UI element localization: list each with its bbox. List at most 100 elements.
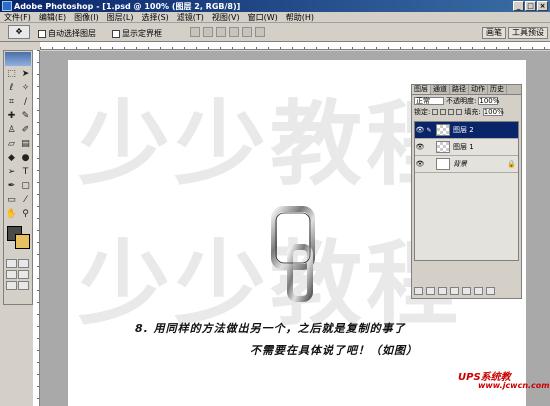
- brush-tool-icon[interactable]: ✎: [19, 110, 32, 123]
- maximize-button[interactable]: □: [525, 1, 536, 11]
- opacity-input[interactable]: 100%: [478, 96, 499, 105]
- layer-row-2[interactable]: 👁 ✎ 图层 2: [415, 122, 518, 139]
- screen-mode-standard-icon[interactable]: [6, 270, 17, 279]
- delete-layer-icon[interactable]: [486, 287, 495, 295]
- align-bottom-icon[interactable]: [216, 27, 226, 37]
- magic-wand-tool-icon[interactable]: ✧: [19, 82, 32, 95]
- lock-icon: 🔒: [507, 160, 516, 168]
- photoshop-logo: [5, 52, 31, 66]
- auto-select-label: 自动选择图层: [48, 29, 96, 38]
- shape-tool-icon[interactable]: ▢: [19, 180, 32, 193]
- layer-style-icon[interactable]: [426, 287, 435, 295]
- checkbox-icon: [112, 29, 120, 38]
- blur-tool-icon[interactable]: ◆: [5, 152, 18, 165]
- brushes-panel-tab[interactable]: 画笔: [482, 27, 506, 39]
- path-selection-tool-icon[interactable]: ➢: [5, 166, 18, 179]
- eye-icon[interactable]: 👁: [415, 143, 425, 151]
- lock-position-icon[interactable]: [448, 108, 455, 115]
- menu-help[interactable]: 帮助(H): [282, 12, 318, 22]
- tutorial-caption: 8. 用同样的方法做出另一个，之后就是复制的事了 不需要在具体说了吧！（如图）: [135, 320, 417, 357]
- menu-filter[interactable]: 滤镜(T): [173, 12, 208, 22]
- background-color-swatch[interactable]: [15, 234, 30, 249]
- chain-link-lower: [287, 244, 313, 302]
- quick-mask-mode-icon[interactable]: [18, 259, 29, 268]
- close-button[interactable]: ×: [537, 1, 548, 11]
- gradient-tool-icon[interactable]: ▤: [19, 138, 32, 151]
- fill-label: 填充:: [464, 107, 481, 116]
- show-bounds-checkbox[interactable]: 显示定界框: [112, 28, 162, 39]
- brush-link-icon: ✎: [426, 126, 432, 134]
- fill-input[interactable]: 100%: [482, 107, 504, 116]
- standard-mode-icon[interactable]: [6, 259, 17, 268]
- healing-brush-tool-icon[interactable]: ✚: [5, 110, 18, 123]
- imageready-jump-icon[interactable]: [18, 281, 29, 290]
- horizontal-ruler: [40, 42, 550, 50]
- marquee-tool-icon[interactable]: ⬚: [5, 68, 18, 81]
- lock-label: 锁定:: [414, 107, 431, 116]
- zoom-tool-icon[interactable]: ⚲: [19, 208, 32, 221]
- eye-icon[interactable]: 👁: [415, 126, 425, 134]
- layer-list: 👁 ✎ 图层 2 👁 图层 1 👁 背景 🔒: [414, 121, 519, 261]
- checkbox-icon: [38, 29, 46, 38]
- align-top-icon[interactable]: [190, 27, 200, 37]
- layer-mask-icon[interactable]: [438, 287, 447, 295]
- layer-row-background[interactable]: 👁 背景 🔒: [415, 156, 518, 173]
- tab-layers[interactable]: 图层: [412, 85, 431, 94]
- adjustment-layer-icon[interactable]: [462, 287, 471, 295]
- tab-history[interactable]: 历史: [488, 85, 507, 94]
- align-right-icon[interactable]: [255, 27, 265, 37]
- tool-presets-panel-tab[interactable]: 工具预设: [508, 27, 548, 39]
- dodge-tool-icon[interactable]: ●: [19, 152, 32, 165]
- tab-channels[interactable]: 通道: [431, 85, 450, 94]
- lock-image-icon[interactable]: [440, 108, 447, 115]
- lasso-tool-icon[interactable]: ℓ: [5, 82, 18, 95]
- hand-tool-icon[interactable]: ✋: [5, 208, 18, 221]
- new-layer-icon[interactable]: [474, 287, 483, 295]
- slice-tool-icon[interactable]: ∕: [19, 96, 32, 109]
- menu-view[interactable]: 视图(V): [208, 12, 244, 22]
- menu-image[interactable]: 图像(I): [70, 12, 103, 22]
- lock-transparent-icon[interactable]: [432, 108, 439, 115]
- menu-file[interactable]: 文件(F): [0, 12, 35, 22]
- clone-stamp-tool-icon[interactable]: ♙: [5, 124, 18, 137]
- toolbox: ⬚ ➤ ℓ ✧ ⌗ ∕ ✚ ✎ ♙ ✐ ▱ ▤ ◆ ● ➢ T ✒ ▢ ▭ ⁄ …: [3, 50, 33, 305]
- menu-layer[interactable]: 图层(L): [103, 12, 138, 22]
- move-tool-icon[interactable]: ➤: [19, 68, 32, 81]
- menu-window[interactable]: 窗口(W): [244, 12, 282, 22]
- vertical-ruler: [33, 50, 40, 406]
- options-bar: ✥ 自动选择图层 显示定界框 画笔 工具预设: [0, 23, 550, 42]
- tab-paths[interactable]: 路径: [450, 85, 469, 94]
- eyedropper-tool-icon[interactable]: ⁄: [19, 194, 32, 207]
- caption-line-2: 不需要在具体说了吧！（如图）: [250, 344, 418, 357]
- eraser-tool-icon[interactable]: ▱: [5, 138, 18, 151]
- chain-links-image: [271, 206, 315, 302]
- blend-mode-select[interactable]: 正常: [414, 96, 444, 105]
- menu-edit[interactable]: 编辑(E): [35, 12, 70, 22]
- auto-select-checkbox[interactable]: 自动选择图层: [38, 28, 96, 39]
- link-layers-icon[interactable]: [414, 287, 423, 295]
- lock-all-icon[interactable]: [456, 108, 463, 115]
- move-tool-preset-icon[interactable]: ✥: [8, 25, 30, 39]
- pen-tool-icon[interactable]: ✒: [5, 180, 18, 193]
- screen-mode-full-icon[interactable]: [18, 270, 29, 279]
- history-brush-tool-icon[interactable]: ✐: [19, 124, 32, 137]
- photoshop-icon: [2, 1, 12, 11]
- new-group-icon[interactable]: [450, 287, 459, 295]
- crop-tool-icon[interactable]: ⌗: [5, 96, 18, 109]
- minimize-button[interactable]: _: [513, 1, 524, 11]
- type-tool-icon[interactable]: T: [19, 166, 32, 179]
- title-bar: Adobe Photoshop - [1.psd @ 100% (图层 2, R…: [0, 0, 550, 12]
- layer-row-1[interactable]: 👁 图层 1: [415, 139, 518, 156]
- layers-panel: 图层 通道 路径 动作 历史 正常 不透明度: 100% 锁定: 填充: 100…: [411, 84, 522, 299]
- align-left-icon[interactable]: [229, 27, 239, 37]
- tab-actions[interactable]: 动作: [469, 85, 488, 94]
- eye-icon[interactable]: 👁: [415, 160, 425, 168]
- screen-mode-full-dark-icon[interactable]: [6, 281, 17, 290]
- menu-select[interactable]: 选择(S): [137, 12, 172, 22]
- align-center-icon[interactable]: [242, 27, 252, 37]
- notes-tool-icon[interactable]: ▭: [5, 194, 18, 207]
- align-middle-icon[interactable]: [203, 27, 213, 37]
- layer-thumbnail: [436, 141, 450, 153]
- layer-thumbnail: [436, 158, 450, 170]
- layer-name: 背景: [453, 160, 467, 168]
